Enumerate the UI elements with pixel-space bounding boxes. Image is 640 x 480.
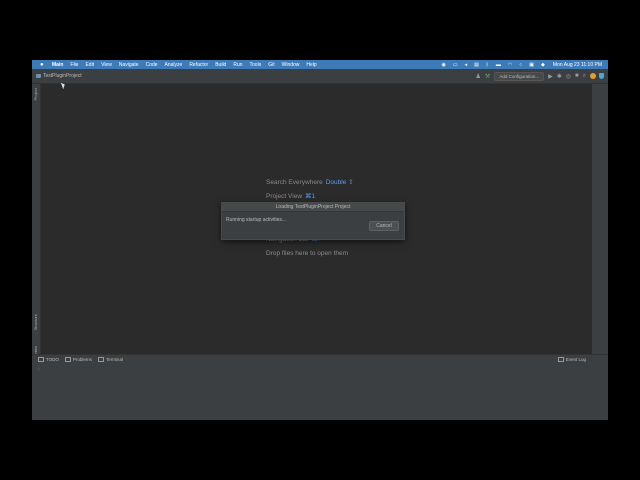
stop-icon[interactable]: ■ <box>575 73 579 79</box>
project-view-label: Project View <box>266 193 303 200</box>
drop-files-hint: Drop files here to open them <box>266 250 349 257</box>
menu-clock[interactable]: Mon Aug 23 11:10 PM <box>553 62 602 68</box>
search-everywhere-label: Search Everywhere <box>266 179 323 186</box>
add-configuration-button[interactable]: Add Configuration... <box>494 71 545 81</box>
event-log-label: Event Log <box>565 357 586 362</box>
menu-window[interactable]: Window <box>282 62 300 68</box>
loading-project-dialog: Loading TestPluginProject Project Runnin… <box>221 202 405 240</box>
shield-icon[interactable] <box>599 73 604 79</box>
menu-navigate[interactable]: Navigate <box>119 62 139 68</box>
problems-tool-button[interactable]: Problems <box>64 357 92 362</box>
menu-code[interactable]: Code <box>146 62 158 68</box>
menu-app-main[interactable]: Main <box>52 62 63 68</box>
menu-git[interactable]: Git <box>268 62 274 68</box>
keyboard-icon[interactable]: ▤ <box>474 62 479 68</box>
menu-tools[interactable]: Tools <box>250 62 262 68</box>
left-tool-stripe: Project Structure Favorites <box>32 84 41 362</box>
search-everywhere-shortcut: Double ⇧ <box>325 179 354 186</box>
screen: ● Main File Edit View Navigate Code Anal… <box>32 60 608 420</box>
todo-tool-button[interactable]: TODO <box>38 357 59 362</box>
menu-refactor[interactable]: Refactor <box>189 62 208 68</box>
dialog-message: Running startup activities... <box>226 217 287 223</box>
dialog-title: Loading TestPluginProject Project <box>222 203 404 212</box>
project-view-shortcut: ⌘1 <box>305 193 316 200</box>
macos-menu-bar: ● Main File Edit View Navigate Code Anal… <box>32 60 608 69</box>
ide-toolbar: TestPluginProject ♟ ⚒ Add Configuration.… <box>32 69 608 84</box>
display-icon[interactable]: ▭ <box>453 62 458 68</box>
record-icon[interactable]: ◉ <box>442 62 446 68</box>
menu-edit[interactable]: Edit <box>85 62 94 68</box>
menu-analyze[interactable]: Analyze <box>165 62 183 68</box>
spotlight-search-icon[interactable]: ○ <box>519 62 522 68</box>
toolbar-actions: ♟ ⚒ Add Configuration... ▶ ✱ ◎ ■ ⌕ <box>472 71 604 81</box>
coverage-icon[interactable]: ◎ <box>566 73 571 80</box>
menu-build[interactable]: Build <box>215 62 226 68</box>
progress-spinner-icon: ◌ <box>37 367 41 373</box>
search-everywhere-hint: Search Everywhere Double ⇧ <box>266 178 354 186</box>
event-log-tool-button[interactable]: Event Log <box>557 357 586 362</box>
status-bar: ◌ <box>32 363 608 420</box>
todo-label: TODO <box>46 357 59 362</box>
project-name: TestPluginProject <box>43 73 82 79</box>
terminal-label: Terminal <box>105 357 123 362</box>
build-hammer-icon[interactable]: ⚒ <box>485 73 490 80</box>
battery-icon[interactable]: ▬ <box>496 62 501 68</box>
apple-menu-icon[interactable]: ● <box>40 62 47 68</box>
folder-icon <box>36 74 41 78</box>
problems-label: Problems <box>72 357 92 362</box>
menu-file[interactable]: File <box>70 62 78 68</box>
terminal-tool-button[interactable]: Terminal <box>97 357 123 362</box>
siri-icon[interactable]: ◆ <box>541 62 545 68</box>
control-center-icon[interactable]: ▣ <box>529 62 534 68</box>
problems-icon <box>64 357 71 362</box>
event-log-icon <box>557 357 564 362</box>
terminal-icon <box>97 357 104 362</box>
structure-tool-tab[interactable]: Structure <box>33 314 38 330</box>
volume-icon[interactable]: ◂ <box>465 62 468 68</box>
wifi-icon[interactable]: ◠ <box>508 62 512 68</box>
project-tool-tab[interactable]: Project <box>33 88 38 100</box>
bluetooth-icon[interactable]: ᛒ <box>486 62 489 68</box>
debug-icon[interactable]: ✱ <box>557 73 562 80</box>
menu-run[interactable]: Run <box>233 62 242 68</box>
menu-help[interactable]: Help <box>306 62 316 68</box>
update-icon[interactable] <box>590 73 596 79</box>
project-breadcrumb[interactable]: TestPluginProject <box>36 73 82 79</box>
cancel-button[interactable]: Cancel <box>369 221 399 231</box>
user-icon[interactable]: ♟ <box>476 73 481 80</box>
todo-icon <box>38 357 44 362</box>
search-icon[interactable]: ⌕ <box>583 73 586 80</box>
status-menus: ◉ ▭ ◂ ▤ ᛒ ▬ ◠ ○ ▣ ◆ Mon Aug 23 11:10 PM <box>435 62 602 68</box>
right-tool-stripe <box>592 84 608 354</box>
run-icon[interactable]: ▶ <box>548 73 553 80</box>
menu-view[interactable]: View <box>101 62 112 68</box>
project-view-hint: Project View ⌘1 <box>266 192 315 200</box>
